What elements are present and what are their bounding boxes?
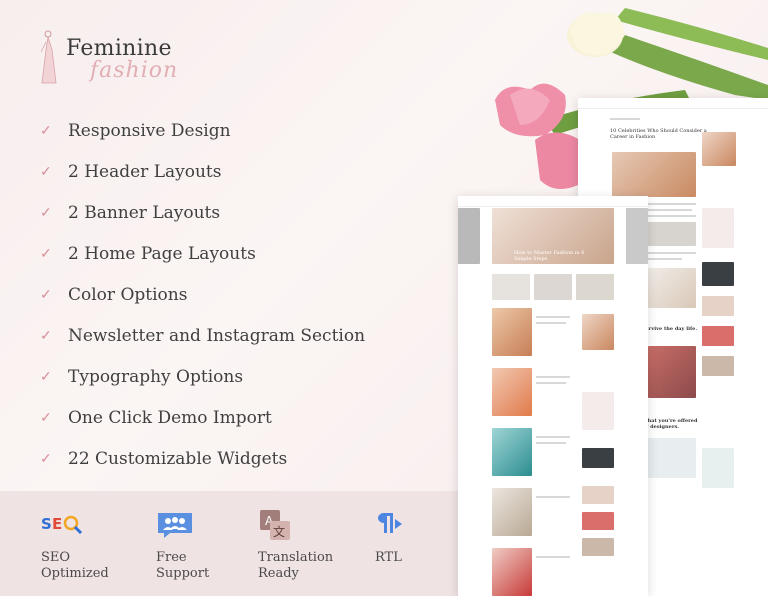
mockup-banner-title: How to Master Fashion in 6 Simple Steps [514, 250, 585, 262]
rtl-icon [378, 513, 402, 533]
check-icon: ✓ [40, 204, 52, 221]
feature-label: 2 Banner Layouts [68, 202, 221, 223]
check-icon: ✓ [40, 122, 52, 139]
feature-label: Typography Options [68, 366, 244, 387]
seo-icon: S E [41, 515, 83, 535]
feature-item: ✓ 22 Customizable Widgets [40, 438, 365, 479]
check-icon: ✓ [40, 163, 52, 180]
support-icon [158, 513, 192, 538]
mockup-hero-image [612, 152, 696, 197]
check-icon: ✓ [40, 450, 52, 467]
feature-item: ✓ 2 Header Layouts [40, 151, 365, 192]
feature-label: Newsletter and Instagram Section [68, 325, 366, 346]
svg-text:文: 文 [273, 524, 285, 539]
feature-label: Color Options [68, 284, 188, 305]
logo: Feminine fashion [38, 28, 188, 90]
theme-mockup-homepage: How to Master Fashion in 6 Simple Steps [458, 196, 648, 596]
logo-script-text: fashion [90, 58, 179, 83]
feature-item: ✓ 2 Banner Layouts [40, 192, 365, 233]
rtl-label: RTL [375, 550, 402, 565]
mockup-article-heading-2: What you're offered by designers. [642, 418, 698, 430]
mockup-navbar [458, 196, 648, 207]
feature-label: 2 Home Page Layouts [68, 243, 256, 264]
support-label: Free Support [156, 550, 210, 581]
check-icon: ✓ [40, 409, 52, 426]
check-icon: ✓ [40, 327, 52, 344]
translation-icon: A 文 [260, 510, 290, 540]
feature-label: 22 Customizable Widgets [68, 448, 288, 469]
svg-text:S: S [41, 515, 52, 533]
feature-item: ✓ One Click Demo Import [40, 397, 365, 438]
svg-text:E: E [52, 515, 62, 533]
feature-item: ✓ Newsletter and Instagram Section [40, 315, 365, 356]
feature-list: ✓ Responsive Design ✓ 2 Header Layouts ✓ 2 … [40, 110, 365, 479]
check-icon: ✓ [40, 245, 52, 262]
feature-label: 2 Header Layouts [68, 161, 222, 182]
fashion-figure-icon [40, 30, 57, 84]
feature-label: Responsive Design [68, 120, 231, 141]
feature-item: ✓ Typography Options [40, 356, 365, 397]
mockup-navbar [578, 98, 768, 109]
feature-item: ✓ 2 Home Page Layouts [40, 233, 365, 274]
check-icon: ✓ [40, 286, 52, 303]
translation-label: Translation Ready [258, 550, 334, 581]
bottom-feature-band: S E SEO Optimized Free Support A 文 Trans… [0, 491, 470, 596]
feature-label: One Click Demo Import [68, 407, 272, 428]
feature-item: ✓ Color Options [40, 274, 365, 315]
feature-item: ✓ Responsive Design [40, 110, 365, 151]
check-icon: ✓ [40, 368, 52, 385]
seo-label: SEO Optimized [41, 550, 109, 581]
